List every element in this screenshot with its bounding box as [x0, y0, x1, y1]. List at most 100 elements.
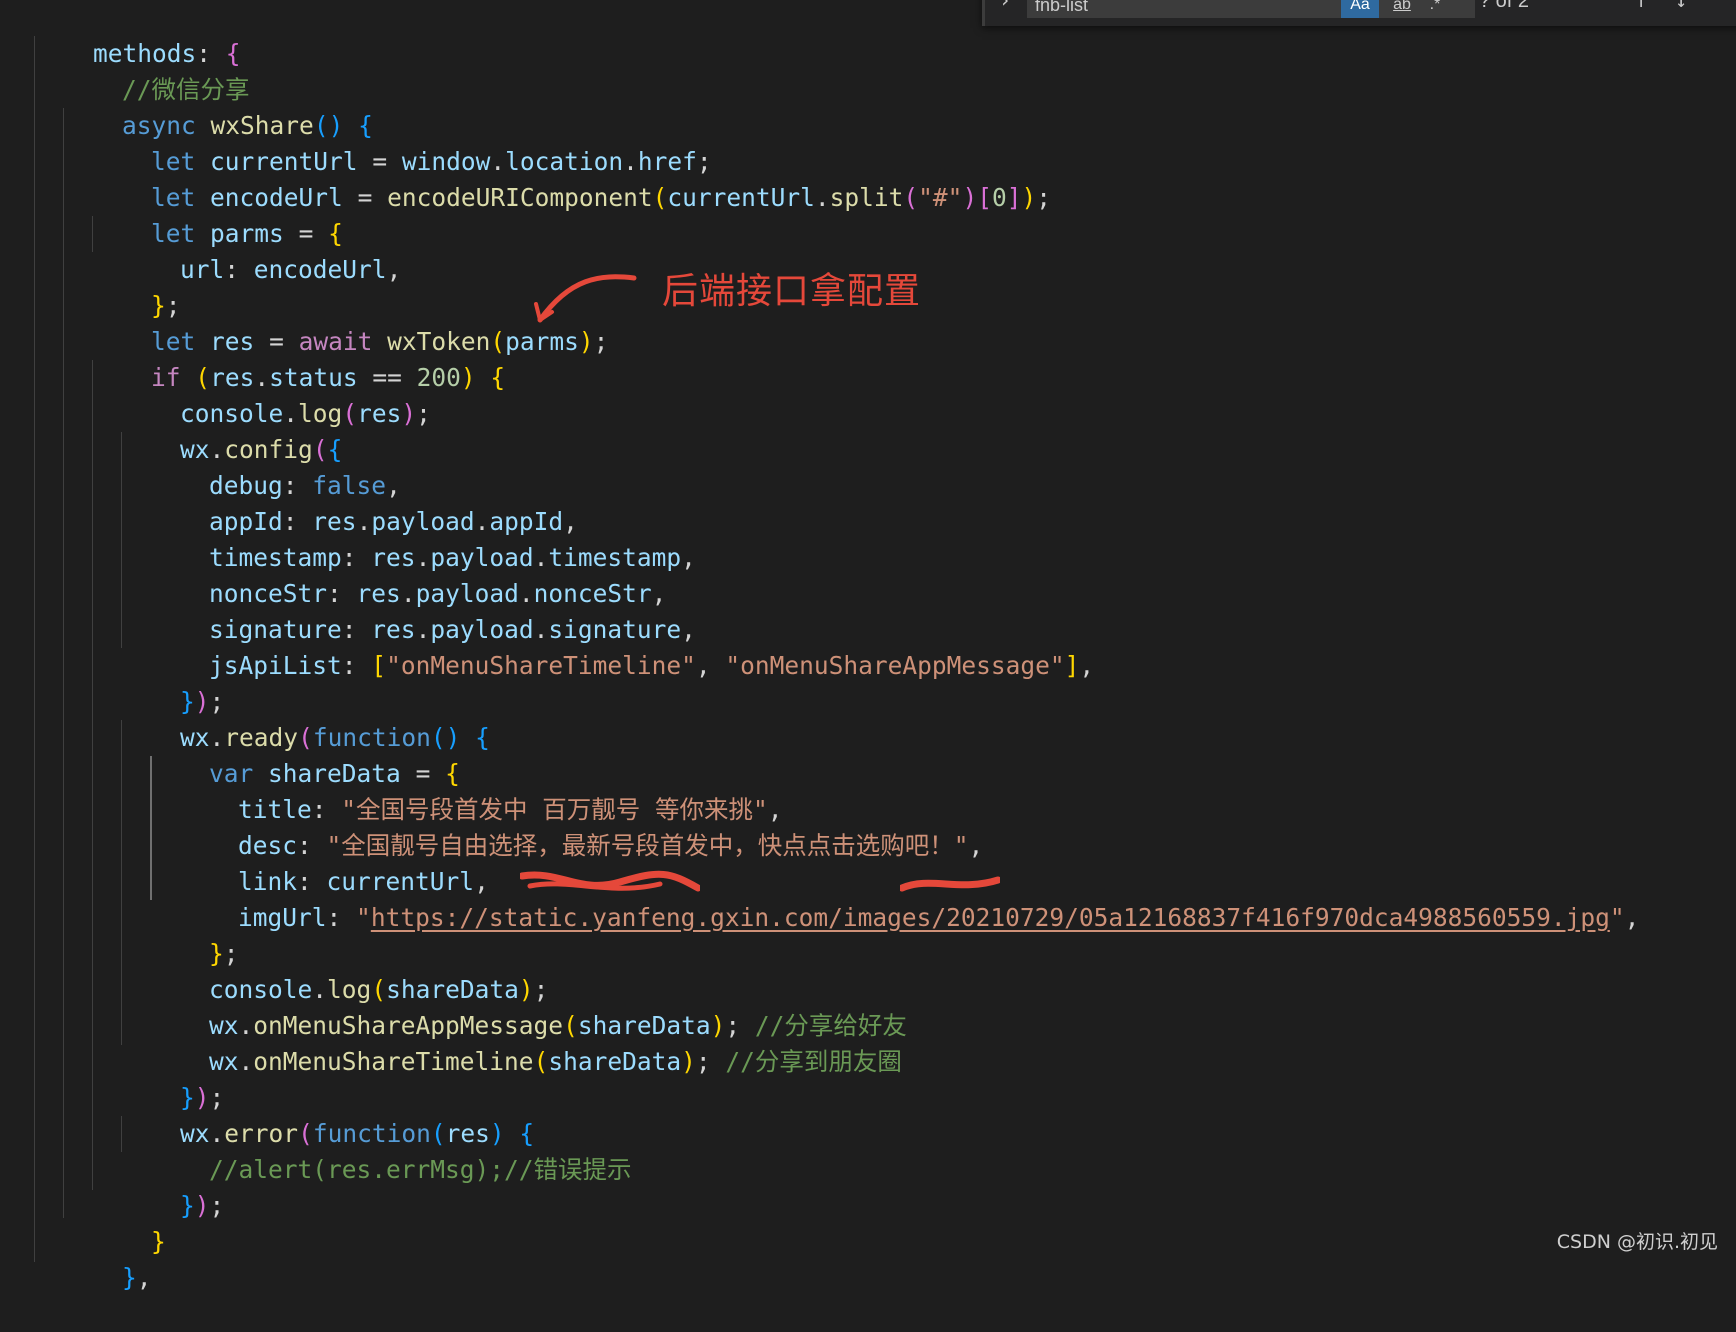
- token: (: [533, 1047, 549, 1076]
- code-line-12: wx.config({: [121, 396, 342, 464]
- arrow-down-icon[interactable]: ↓: [1675, 0, 1687, 12]
- token: ]: [1006, 183, 1022, 212]
- token: 0: [991, 183, 1007, 212]
- token: ,: [968, 831, 984, 860]
- code-line-11: console.log(res);: [121, 360, 431, 428]
- code-line-17: signature: res.payload.signature,: [150, 576, 696, 644]
- token: :: [341, 651, 372, 680]
- chevron-right-icon[interactable]: ›: [999, 0, 1011, 12]
- redaction-scribble: [520, 870, 700, 892]
- token: split: [829, 183, 904, 212]
- token: ;: [695, 1047, 726, 1076]
- whole-word-toggle[interactable]: ab: [1385, 0, 1419, 18]
- token: ,: [681, 543, 696, 572]
- token: .: [814, 183, 830, 212]
- annotation-label: 后端接口拿配置: [662, 271, 922, 312]
- code-line-30: });: [121, 1044, 224, 1112]
- token: ": [356, 903, 371, 932]
- token: parms: [505, 327, 579, 356]
- token: }: [180, 1191, 195, 1220]
- token: "onMenuShareAppMessage": [725, 651, 1065, 680]
- comment: //分享到朋友圈: [725, 1047, 902, 1076]
- code-line-13: debug: false,: [150, 432, 401, 500]
- code-line-18: jsApiList: ["onMenuShareTimeline", "onMe…: [150, 612, 1094, 680]
- token: ,: [386, 255, 402, 284]
- token: ): [401, 399, 417, 428]
- token: ): [578, 327, 594, 356]
- code-line-4: let currentUrl = window.location.href;: [92, 108, 712, 176]
- token: url: [180, 255, 225, 284]
- code-line-3: async wxShare() {: [63, 72, 373, 140]
- token: "onMenuShareTimeline": [386, 651, 696, 680]
- token: ": [1609, 903, 1625, 932]
- code-line-14: appId: res.payload.appId,: [150, 468, 578, 536]
- code-line-23: desc: "全国靓号自由选择，最新号段首发中，快点点击选购吧！",: [179, 792, 983, 860]
- code-line-24: link: currentUrl,: [179, 828, 489, 896]
- match-count: ? of 2: [1479, 0, 1530, 12]
- token: (: [652, 183, 668, 212]
- image-url-link[interactable]: https://static.yanfeng.gxin.com/images/2…: [371, 903, 1610, 932]
- code-line-35: },: [63, 1224, 152, 1292]
- code-line-19: });: [121, 648, 224, 716]
- token: ): [194, 1191, 210, 1220]
- token: currentUrl: [667, 183, 815, 212]
- token: jsApiList: [209, 651, 342, 680]
- token: ): [460, 363, 476, 392]
- code-line-7: url: encodeUrl,: [121, 216, 401, 284]
- watermark: CSDN @初识.初见: [1556, 1231, 1718, 1253]
- token: (: [903, 183, 919, 212]
- annotation-arrow-icon: [534, 274, 637, 323]
- code-line-21: var shareData = {: [150, 720, 460, 788]
- token: [: [371, 651, 387, 680]
- token: "#": [918, 183, 963, 212]
- code-line-27: console.log(shareData);: [150, 936, 548, 1004]
- code-line-16: nonceStr: res.payload.nonceStr,: [150, 540, 666, 608]
- find-widget[interactable]: › Aa ab .* ? of 2 ↑ ↓: [982, 0, 1736, 26]
- regex-toggle[interactable]: .*: [1425, 0, 1445, 18]
- token: imgUrl: [238, 903, 327, 932]
- code-line-34: }: [92, 1188, 166, 1256]
- code-line-6: let parms = {: [92, 180, 343, 248]
- token: encodeUrl: [253, 255, 387, 284]
- code-line-33: });: [121, 1152, 224, 1220]
- code-line-1: methods: {: [34, 0, 241, 68]
- token: (: [342, 399, 358, 428]
- token: res: [357, 399, 402, 428]
- token: shareData: [548, 1047, 682, 1076]
- token: ]: [1064, 651, 1080, 680]
- token: ,: [1079, 651, 1095, 680]
- token: {: [475, 723, 490, 752]
- token: [: [977, 183, 992, 212]
- token: onMenuShareTimeline: [253, 1047, 534, 1076]
- token: ,: [1624, 903, 1640, 932]
- redaction-scribble: [900, 876, 1000, 892]
- code-line-15: timestamp: res.payload.timestamp,: [150, 504, 696, 572]
- token: ;: [416, 399, 431, 428]
- token: =: [342, 183, 388, 212]
- indent-guide: [63, 108, 64, 1218]
- token: .: [238, 1047, 254, 1076]
- token: ): [1021, 183, 1037, 212]
- token: ;: [593, 327, 609, 356]
- indent-guide: [92, 360, 93, 1190]
- code-line-31: wx.error(function(res) {: [121, 1080, 534, 1148]
- comment: //alert(res.errMsg);//错误提示: [209, 1155, 632, 1184]
- arrow-up-icon[interactable]: ↑: [1635, 0, 1647, 12]
- code-line-22: title: "全国号段首发中 百万靓号 等你来挑",: [179, 756, 783, 824]
- code-line-10: if (res.status == 200) {: [92, 324, 505, 392]
- token: ;: [1036, 183, 1052, 212]
- code-line-2: //微信分享: [63, 36, 250, 104]
- code-line-26: };: [150, 900, 239, 968]
- token: }: [122, 1263, 137, 1292]
- token: ,: [136, 1263, 152, 1292]
- match-case-toggle[interactable]: Aa: [1341, 0, 1379, 18]
- code-editor[interactable]: methods: { //微信分享 async wxShare() { let …: [0, 0, 1736, 1292]
- token: encodeURIComponent: [387, 183, 653, 212]
- token: :: [326, 903, 357, 932]
- token: ;: [209, 1191, 225, 1220]
- code-line-5: let encodeUrl = encodeURIComponent(curre…: [92, 144, 1051, 212]
- code-line-28: wx.onMenuShareAppMessage(shareData); //分…: [150, 972, 907, 1040]
- token: ): [681, 1047, 696, 1076]
